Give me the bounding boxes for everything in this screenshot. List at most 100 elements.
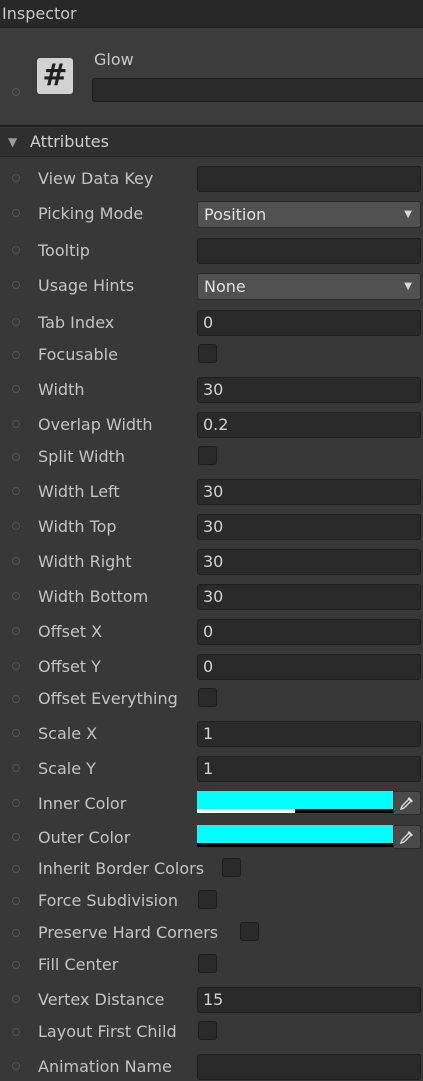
override-indicator-dot	[12, 865, 20, 873]
layout-first-child-checkbox[interactable]	[198, 1021, 217, 1040]
window-title: Inspector	[2, 4, 77, 23]
offset-y-input[interactable]: 0	[197, 654, 421, 680]
force-subdivision-checkbox[interactable]	[198, 890, 217, 909]
animation-name-input[interactable]	[197, 1054, 421, 1080]
override-indicator-dot	[12, 385, 20, 393]
field-label: Width Left	[38, 482, 120, 501]
row-fill-center: Fill Center	[0, 953, 423, 979]
override-indicator-dot	[12, 897, 20, 905]
row-inherit-border-colors: Inherit Border Colors	[0, 857, 423, 883]
row-tab-index: Tab Index 0	[0, 310, 423, 338]
field-label: Layout First Child	[38, 1022, 177, 1041]
outer-color-field[interactable]	[197, 825, 421, 851]
override-indicator-dot	[12, 453, 20, 461]
alpha-bar	[197, 809, 393, 813]
override-indicator-dot	[12, 246, 20, 254]
override-indicator-dot	[12, 209, 20, 217]
width-right-input[interactable]: 30	[197, 549, 421, 575]
width-input[interactable]: 30	[197, 377, 421, 403]
width-left-input[interactable]: 30	[197, 479, 421, 505]
row-width-top: Width Top 30	[0, 514, 423, 542]
hash-icon: #	[37, 58, 73, 94]
section-title: Attributes	[30, 132, 109, 151]
object-name: Glow	[94, 50, 134, 69]
field-label: Inner Color	[38, 794, 127, 813]
row-picking-mode: Picking Mode Position ▼	[0, 201, 423, 229]
override-indicator-dot	[12, 961, 20, 969]
row-overlap-width: Overlap Width 0.2	[0, 412, 423, 440]
view-data-key-input[interactable]	[197, 166, 421, 192]
row-width: Width 30	[0, 377, 423, 405]
row-width-left: Width Left 30	[0, 479, 423, 507]
override-indicator-dot	[12, 281, 20, 289]
field-label: Width Right	[38, 552, 132, 571]
eyedropper-button[interactable]	[393, 825, 421, 849]
field-label: Preserve Hard Corners	[38, 923, 219, 942]
row-preserve-hard-corners: Preserve Hard Corners	[0, 921, 423, 947]
split-width-checkbox[interactable]	[198, 446, 217, 465]
field-label: Overlap Width	[38, 415, 153, 434]
override-indicator-dot	[12, 833, 20, 841]
inner-color-field[interactable]	[197, 791, 421, 817]
divider	[0, 125, 423, 127]
preserve-hard-corners-checkbox[interactable]	[240, 922, 259, 941]
scale-y-input[interactable]: 1	[197, 756, 421, 782]
usage-hints-dropdown[interactable]: None ▼	[197, 273, 421, 300]
object-name-field[interactable]	[92, 78, 423, 102]
width-top-input[interactable]: 30	[197, 514, 421, 540]
override-indicator-dot	[12, 318, 20, 326]
focusable-checkbox[interactable]	[198, 344, 217, 363]
row-scale-y: Scale Y 1	[0, 756, 423, 784]
tooltip-input[interactable]	[197, 238, 421, 264]
attributes-foldout[interactable]: ▼ Attributes	[0, 128, 423, 157]
override-indicator-dot	[12, 764, 20, 772]
chevron-down-icon: ▼	[404, 209, 412, 220]
width-bottom-input[interactable]: 30	[197, 584, 421, 610]
field-label: Outer Color	[38, 828, 131, 847]
color-swatch[interactable]	[197, 825, 393, 843]
override-indicator-dot	[12, 88, 20, 96]
offset-everything-checkbox[interactable]	[198, 688, 217, 707]
row-width-right: Width Right 30	[0, 549, 423, 577]
eyedropper-icon	[399, 831, 413, 845]
override-indicator-dot	[12, 487, 20, 495]
field-label: Scale Y	[38, 759, 96, 778]
fill-center-checkbox[interactable]	[198, 954, 217, 973]
vertex-distance-input[interactable]: 15	[197, 987, 421, 1013]
row-usage-hints: Usage Hints None ▼	[0, 273, 423, 301]
field-label: Focusable	[38, 345, 118, 364]
field-label: Usage Hints	[38, 276, 135, 295]
inherit-border-colors-checkbox[interactable]	[222, 858, 241, 877]
override-indicator-dot	[12, 695, 20, 703]
override-indicator-dot	[12, 174, 20, 182]
field-label: View Data Key	[38, 169, 154, 188]
row-layout-first-child: Layout First Child	[0, 1020, 423, 1046]
chevron-down-icon: ▼	[404, 281, 412, 292]
triangle-down-icon[interactable]: ▼	[8, 128, 17, 156]
eyedropper-button[interactable]	[393, 791, 421, 815]
overlap-width-input[interactable]: 0.2	[197, 412, 421, 438]
inspector-tab[interactable]: Inspector	[0, 0, 423, 28]
picking-mode-dropdown[interactable]: Position ▼	[197, 201, 421, 228]
override-indicator-dot	[12, 522, 20, 530]
scale-x-input[interactable]: 1	[197, 721, 421, 747]
color-swatch[interactable]	[197, 791, 393, 809]
row-force-subdivision: Force Subdivision	[0, 889, 423, 915]
offset-x-input[interactable]: 0	[197, 619, 421, 645]
field-label: Vertex Distance	[38, 990, 165, 1009]
override-indicator-dot	[12, 662, 20, 670]
field-label: Tooltip	[38, 241, 90, 260]
alpha-fill	[197, 809, 295, 813]
override-indicator-dot	[12, 929, 20, 937]
field-label: Width	[38, 380, 85, 399]
field-label: Offset Y	[38, 657, 101, 676]
alpha-bar	[197, 843, 393, 847]
row-focusable: Focusable	[0, 343, 423, 369]
row-width-bottom: Width Bottom 30	[0, 584, 423, 612]
row-tooltip: Tooltip	[0, 238, 423, 266]
tab-index-input[interactable]: 0	[197, 310, 421, 336]
override-indicator-dot	[12, 729, 20, 737]
field-label: Force Subdivision	[38, 891, 179, 910]
field-label: Offset Everything	[38, 689, 178, 708]
field-label: Width Top	[38, 517, 117, 536]
